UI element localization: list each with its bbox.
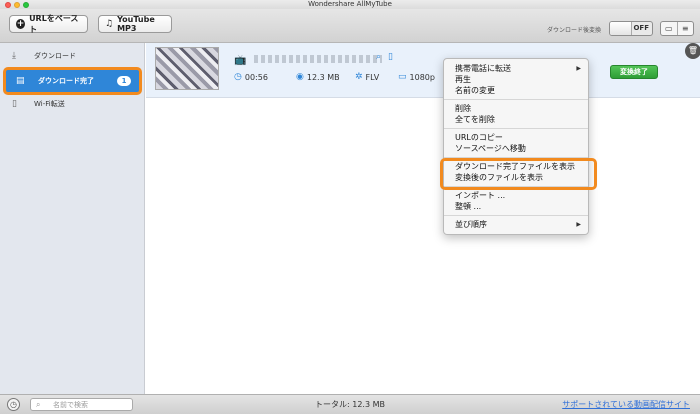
window-title: Wondershare AllMyTube xyxy=(308,0,392,8)
menu-item-go-to-source[interactable]: ソースページへ移動 xyxy=(444,143,588,154)
menu-item-play[interactable]: 再生 xyxy=(444,74,588,85)
format: ✲ FLV xyxy=(355,72,379,82)
menu-item-organize[interactable]: 整頓 ... xyxy=(444,201,588,212)
context-menu: 携帯電話に転送 ▶ 再生 名前の変更 削除 全てを削除 URLのコピー ソースペ… xyxy=(443,58,589,235)
resolution: ▭ 1080p xyxy=(398,72,435,82)
sidebar-highlight-box xyxy=(3,67,142,95)
menu-item-rename[interactable]: 名前の変更 xyxy=(444,85,588,96)
screen-icon: ▭ xyxy=(398,72,407,82)
plus-icon: + xyxy=(16,19,26,29)
convert-done-button[interactable]: 変換終了 xyxy=(610,65,658,79)
supported-sites-link[interactable]: サポートされている動画配信サイト xyxy=(562,399,690,410)
submenu-arrow-icon: ▶ xyxy=(576,221,581,228)
sidebar-item-wifi-transfer[interactable]: ▯ Wi-Fi転送 xyxy=(0,93,145,115)
sidebar: ⤓ ダウンロード ▤ ダウンロード完了 1 ▯ Wi-Fi転送 xyxy=(0,43,145,394)
title-bar: Wondershare AllMyTube xyxy=(0,0,700,9)
grid-view-icon[interactable]: ▭ xyxy=(661,22,677,35)
youtube-mp3-button[interactable]: ♫ YouTube MP3 xyxy=(98,15,172,33)
film-icon: ✲ xyxy=(355,72,363,82)
trash-icon[interactable]: 🗑 xyxy=(685,43,700,59)
format-value: FLV xyxy=(365,72,380,82)
video-thumbnail[interactable] xyxy=(155,47,219,90)
status-bar: ◷ ⌕ 名前で検索 トータル: 12.3 MB サポートされている動画配信サイト xyxy=(0,394,700,414)
sidebar-item-label: ダウンロード xyxy=(34,52,76,60)
download-icon: ⤓ xyxy=(12,51,16,61)
submenu-arrow-icon: ▶ xyxy=(576,65,581,72)
file-size-value: 12.3 MB xyxy=(306,72,340,82)
menu-item-transfer-to-phone[interactable]: 携帯電話に転送 ▶ xyxy=(444,63,588,74)
menu-item-label: 並び順序 xyxy=(455,220,487,229)
list-view-icon[interactable]: ≡ xyxy=(676,22,694,35)
disk-icon: ◉ xyxy=(296,72,304,82)
clock-icon: ◷ xyxy=(234,72,242,82)
menu-item-label: 携帯電話に転送 xyxy=(455,64,511,73)
toggle-state: OFF xyxy=(633,24,649,32)
sidebar-item-download[interactable]: ⤓ ダウンロード xyxy=(0,45,145,67)
sidebar-item-label: Wi-Fi転送 xyxy=(34,100,65,108)
convert-after-download-label: ダウンロード後変換 xyxy=(547,27,602,34)
resolution-value: 1080p xyxy=(409,72,435,82)
menu-item-copy-url[interactable]: URLのコピー xyxy=(444,132,588,143)
file-size: ◉ 12.3 MB xyxy=(296,72,340,82)
menu-item-delete[interactable]: 削除 xyxy=(444,103,588,114)
tv-icon: 📺 xyxy=(234,55,247,66)
menu-separator xyxy=(444,128,588,129)
menu-item-import[interactable]: インポート ... xyxy=(444,190,588,201)
video-title-blurred xyxy=(254,55,382,63)
menu-item-delete-all[interactable]: 全てを削除 xyxy=(444,114,588,125)
menu-highlight-box xyxy=(440,158,597,190)
toolbar: + URLをペースト ♫ YouTube MP3 ダウンロード後変換 OFF ▭… xyxy=(0,9,700,43)
main-content: 📺 ⌕ ▯ ◷ 00:56 ◉ 12.3 MB ✲ FLV ▭ 1080p 変換… xyxy=(146,43,700,394)
device-icon: ▯ xyxy=(12,99,17,109)
view-mode-toggle: ▭ ≡ xyxy=(660,21,694,36)
duration: ◷ 00:56 xyxy=(234,72,268,82)
search-icon[interactable]: ⌕ xyxy=(376,52,381,62)
convert-after-download-toggle[interactable]: OFF xyxy=(609,21,653,36)
toggle-knob xyxy=(610,22,632,35)
youtube-mp3-label: YouTube MP3 xyxy=(117,15,155,33)
menu-separator xyxy=(444,99,588,100)
menu-item-sort-order[interactable]: 並び順序 ▶ xyxy=(444,219,588,230)
music-note-icon: ♫ xyxy=(105,19,114,29)
duration-value: 00:56 xyxy=(244,72,268,82)
menu-separator xyxy=(444,215,588,216)
video-row[interactable]: 📺 ⌕ ▯ ◷ 00:56 ◉ 12.3 MB ✲ FLV ▭ 1080p 変換… xyxy=(146,43,700,98)
paste-url-button[interactable]: + URLをペースト xyxy=(9,14,88,34)
paste-url-label: URLをペースト xyxy=(29,14,79,34)
file-icon[interactable]: ▯ xyxy=(388,52,393,62)
